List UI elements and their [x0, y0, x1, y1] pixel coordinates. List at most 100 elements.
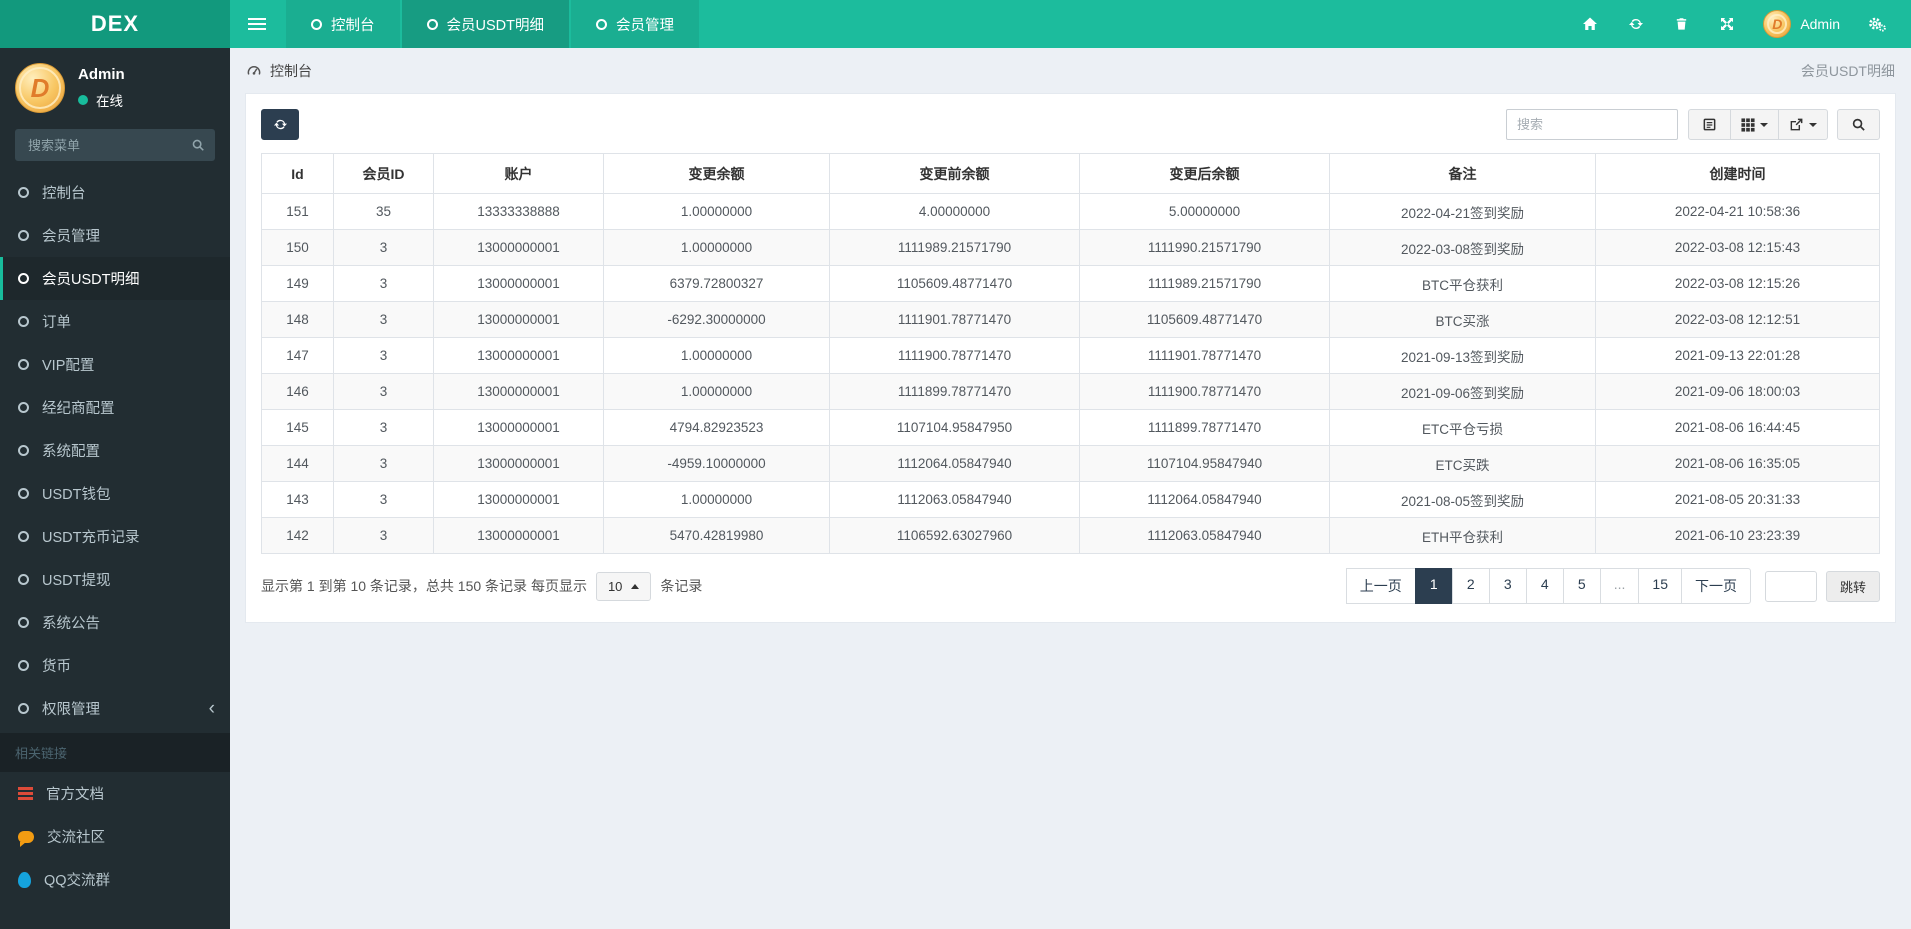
sidebar-link-label: 官方文档: [46, 787, 104, 803]
cell-account: 13000000001: [433, 517, 604, 554]
sidebar-menu-label: 系统公告: [42, 616, 100, 632]
home-button[interactable]: [1567, 0, 1613, 48]
sidebar-menu-item[interactable]: 经纪商配置 ‹: [0, 386, 230, 429]
sidebar-menu-label: USDT钱包: [42, 487, 111, 503]
settings-button[interactable]: [1853, 0, 1901, 48]
cell-member-id: 3: [333, 229, 434, 266]
sidebar-menu-item[interactable]: 货币 ‹: [0, 644, 230, 687]
cell-account: 13000000001: [433, 373, 604, 410]
circle-icon: [18, 273, 29, 284]
sidebar-menu-item[interactable]: 权限管理 ‹: [0, 687, 230, 730]
sidebar-menu-item[interactable]: 系统配置 ‹: [0, 429, 230, 472]
page-button[interactable]: 1: [1414, 568, 1453, 604]
circle-icon: [18, 703, 29, 714]
jump-page-input[interactable]: [1764, 570, 1817, 602]
page-button-label: 5: [1577, 576, 1586, 592]
page-button[interactable]: 5: [1562, 568, 1601, 604]
page-size-select[interactable]: 10: [595, 571, 652, 601]
navbar-right: D Admin: [1567, 0, 1911, 48]
circle-icon: [18, 359, 29, 370]
breadcrumb-home-label: 控制台: [270, 62, 312, 79]
page-button[interactable]: 2: [1451, 568, 1490, 604]
page-button[interactable]: 上一页: [1345, 568, 1416, 604]
cell-account: 13000000001: [433, 301, 604, 338]
sidebar-menu-item[interactable]: 会员USDT明细 ‹: [0, 257, 230, 300]
cell-account: 13333338888: [433, 193, 604, 230]
cell-change-amount: 1.00000000: [603, 481, 830, 518]
nav-tab[interactable]: 会员USDT明细: [401, 0, 569, 48]
nav-tab[interactable]: 控制台: [286, 0, 400, 48]
toolbar-right: [1506, 109, 1880, 140]
cell-change-amount: -6292.30000000: [603, 301, 830, 338]
cell-created-at: 2021-08-06 16:44:45: [1595, 409, 1880, 446]
sidebar-menu-item[interactable]: VIP配置 ‹: [0, 343, 230, 386]
cell-id: 151: [261, 193, 334, 230]
sidebar-menu-item[interactable]: 系统公告 ‹: [0, 601, 230, 644]
page-button[interactable]: 4: [1525, 568, 1564, 604]
top-navbar: DEX 控制台 会员USDT明细 会员管理 D Admin: [0, 0, 1911, 48]
page-button[interactable]: ...: [1599, 568, 1640, 604]
sidebar-menu-label: 会员USDT明细: [42, 272, 140, 288]
brand-logo[interactable]: DEX: [0, 0, 230, 48]
online-status-dot: [78, 95, 88, 105]
sidebar-menu-item[interactable]: 会员管理 ‹: [0, 214, 230, 257]
cell-id: 150: [261, 229, 334, 266]
refresh-button-nav[interactable]: [1613, 0, 1659, 48]
table-search-input[interactable]: [1506, 109, 1678, 140]
sidebar-search-input[interactable]: [15, 129, 215, 161]
pagination-summary-prefix: 显示第 1 到第 10 条记录，总共 150 条记录 每页显示: [261, 578, 587, 594]
trash-button[interactable]: [1659, 0, 1704, 48]
cell-balance-before: 1111899.78771470: [829, 373, 1080, 410]
fullscreen-button[interactable]: [1704, 0, 1750, 48]
page-button-label: ...: [1613, 576, 1626, 592]
detail-view-button[interactable]: [1688, 109, 1731, 140]
sidebar-menu-item[interactable]: 控制台 ‹: [0, 171, 230, 214]
sidebar-link-qq-group[interactable]: QQ交流群: [0, 858, 230, 901]
sidebar-menu-label: 订单: [42, 315, 71, 331]
sidebar-menu-item[interactable]: USDT充币记录 ‹: [0, 515, 230, 558]
nav-tab-label: 会员USDT明细: [446, 17, 544, 34]
cell-created-at: 2022-03-08 12:12:51: [1595, 301, 1880, 338]
nav-tab[interactable]: 会员管理: [570, 0, 699, 48]
sidebar-link-docs[interactable]: 官方文档: [0, 772, 230, 815]
sidebar-toggle-button[interactable]: [230, 0, 284, 48]
cell-change-amount: 1.00000000: [603, 193, 830, 230]
sidebar-menu-item[interactable]: 订单 ‹: [0, 300, 230, 343]
search-button[interactable]: [1837, 109, 1880, 140]
cell-member-id: 3: [333, 265, 434, 302]
circle-icon: [595, 18, 607, 30]
page-button-label: 4: [1540, 576, 1549, 592]
sidebar-menu-label: USDT提现: [42, 573, 111, 589]
cell-member-id: 3: [333, 409, 434, 446]
sidebar-link-community[interactable]: 交流社区: [0, 815, 230, 858]
page-button-label: 1: [1429, 576, 1438, 592]
table-toolbar: [261, 109, 1880, 140]
cell-remark: ETH平仓获利: [1329, 517, 1596, 554]
cell-id: 149: [261, 265, 334, 302]
search-icon: [192, 139, 204, 151]
export-button[interactable]: [1778, 109, 1828, 140]
page-button[interactable]: 15: [1638, 568, 1682, 604]
cell-created-at: 2022-03-08 12:15:26: [1595, 265, 1880, 302]
cell-member-id: 3: [333, 373, 434, 410]
sidebar-link-label: QQ交流群: [44, 873, 111, 889]
column-header: Id: [261, 153, 334, 194]
expand-icon: [1721, 18, 1734, 30]
user-menu[interactable]: D Admin: [1750, 0, 1853, 48]
sidebar-menu-item[interactable]: USDT提现 ‹: [0, 558, 230, 601]
jump-button[interactable]: 跳转: [1825, 570, 1880, 602]
pagination-summary: 显示第 1 到第 10 条记录，总共 150 条记录 每页显示 10 条记录: [261, 571, 702, 601]
cell-member-id: 3: [333, 301, 434, 338]
cell-created-at: 2022-03-08 12:15:43: [1595, 229, 1880, 266]
breadcrumb[interactable]: 控制台: [246, 61, 312, 81]
page-button[interactable]: 下一页: [1680, 568, 1751, 604]
nav-tab-label: 会员管理: [615, 17, 674, 34]
sidebar-menu-item[interactable]: USDT钱包 ‹: [0, 472, 230, 515]
cell-balance-before: 1112063.05847940: [829, 481, 1080, 518]
cell-id: 145: [261, 409, 334, 446]
page-button[interactable]: 3: [1488, 568, 1527, 604]
refresh-table-button[interactable]: [261, 109, 299, 140]
sidebar-menu-label: 经纪商配置: [42, 401, 115, 417]
columns-button[interactable]: [1730, 109, 1779, 140]
chat-bubble-icon: [18, 830, 34, 847]
